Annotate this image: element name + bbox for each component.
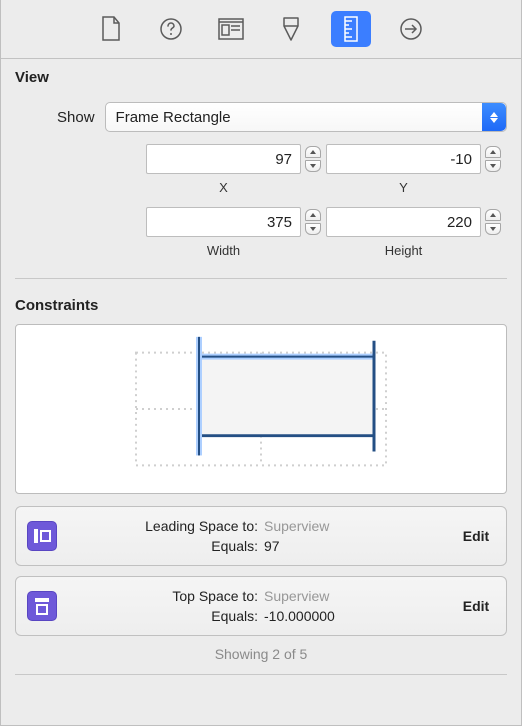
constraint-row-top[interactable]: Top Space to: Equals: Superview -10.0000… bbox=[15, 576, 507, 636]
leading-target: Superview bbox=[264, 518, 329, 534]
popup-arrows-icon bbox=[482, 103, 506, 131]
constraints-section-title: Constraints bbox=[1, 287, 521, 318]
leading-value: 97 bbox=[264, 538, 280, 554]
leading-constraint-icon bbox=[27, 521, 57, 551]
height-stepper[interactable] bbox=[485, 208, 501, 236]
tab-file[interactable] bbox=[91, 11, 131, 47]
y-stepper[interactable] bbox=[485, 145, 501, 173]
show-popup-value: Frame Rectangle bbox=[116, 109, 231, 126]
tab-identity[interactable] bbox=[211, 11, 251, 47]
constraints-footer: Showing 2 of 5 bbox=[1, 646, 521, 662]
tab-connections[interactable] bbox=[391, 11, 431, 47]
show-label: Show bbox=[57, 109, 95, 126]
leading-relation-label: Equals: bbox=[211, 538, 258, 554]
width-field[interactable]: 375 bbox=[146, 207, 301, 237]
tab-attributes[interactable] bbox=[271, 11, 311, 47]
inspector-toolbar bbox=[1, 0, 521, 59]
y-caption: Y bbox=[326, 180, 481, 195]
top-constraint-icon bbox=[27, 591, 57, 621]
show-popup[interactable]: Frame Rectangle bbox=[105, 102, 507, 132]
top-value: -10.000000 bbox=[264, 608, 335, 624]
size-inspector-panel: View Show Frame Rectangle 97 -10 X Y 375… bbox=[0, 0, 522, 726]
top-edit-button[interactable]: Edit bbox=[446, 598, 506, 614]
x-caption: X bbox=[146, 180, 301, 195]
tab-size[interactable] bbox=[331, 11, 371, 47]
width-caption: Width bbox=[146, 243, 301, 258]
view-section-title: View bbox=[1, 59, 521, 90]
height-field[interactable]: 220 bbox=[326, 207, 481, 237]
constraints-diagram[interactable] bbox=[15, 324, 507, 494]
leading-label: Leading Space to: bbox=[145, 518, 258, 534]
tab-help[interactable] bbox=[151, 11, 191, 47]
constraint-row-leading[interactable]: Leading Space to: Equals: Superview 97 E… bbox=[15, 506, 507, 566]
y-field[interactable]: -10 bbox=[326, 144, 481, 174]
leading-edit-button[interactable]: Edit bbox=[446, 528, 506, 544]
top-target: Superview bbox=[264, 588, 329, 604]
x-stepper[interactable] bbox=[305, 145, 321, 173]
height-caption: Height bbox=[326, 243, 481, 258]
width-stepper[interactable] bbox=[305, 208, 321, 236]
top-label: Top Space to: bbox=[172, 588, 258, 604]
x-field[interactable]: 97 bbox=[146, 144, 301, 174]
top-relation-label: Equals: bbox=[211, 608, 258, 624]
